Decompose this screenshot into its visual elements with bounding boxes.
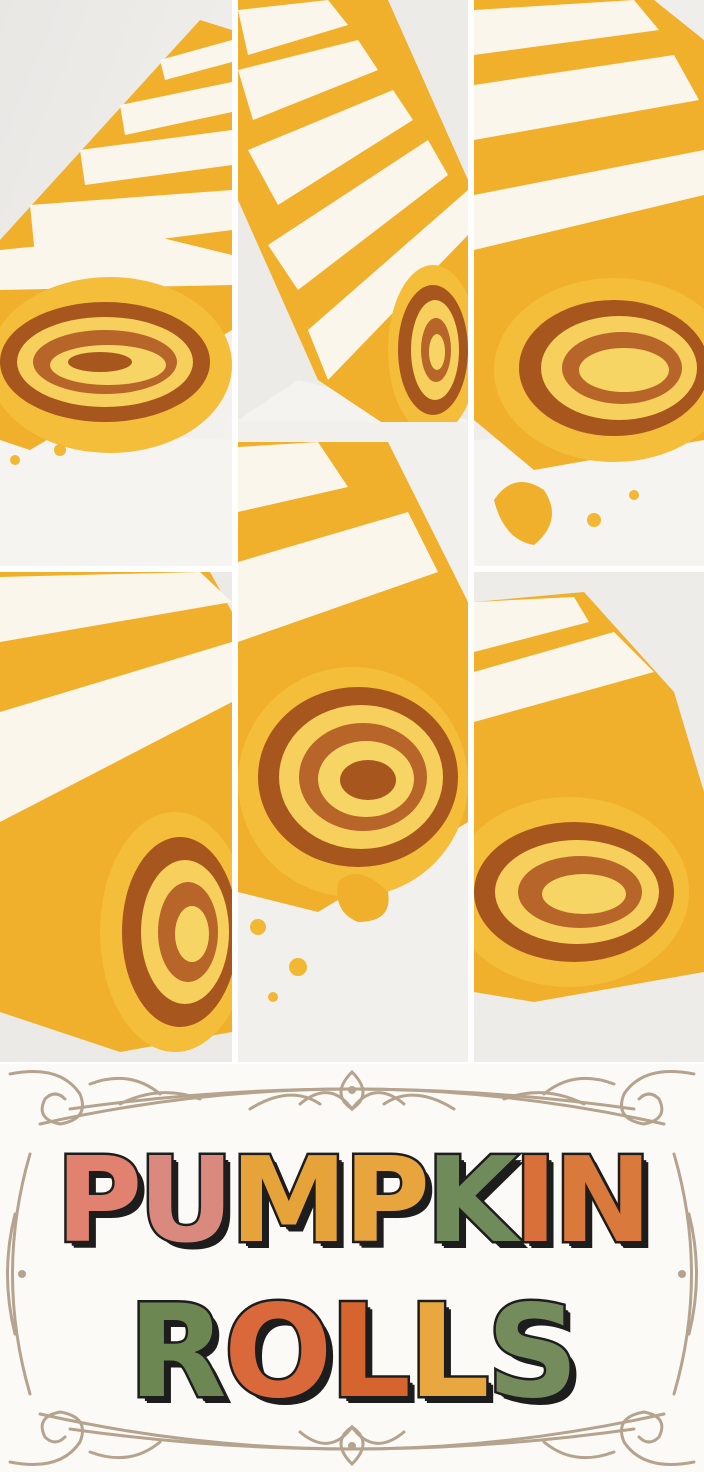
title-letter: O bbox=[221, 1276, 335, 1430]
title-letter: P bbox=[341, 1129, 433, 1272]
title-letter: U bbox=[136, 1129, 237, 1272]
photo-roll-left-top bbox=[0, 0, 232, 566]
title-letter: I bbox=[511, 1129, 560, 1272]
title-banner: PUMPKIN ROLLS bbox=[0, 1064, 704, 1472]
title-letter: K bbox=[424, 1129, 521, 1272]
title-letter: S bbox=[484, 1276, 581, 1430]
title-letter: R bbox=[126, 1276, 230, 1430]
photo-roll-left-bottom bbox=[0, 572, 232, 1062]
photo-roll-middle-bottom bbox=[238, 422, 468, 1062]
title-word-pumpkin: PUMPKIN bbox=[0, 1129, 704, 1272]
title-letter: N bbox=[551, 1129, 655, 1272]
title-letter: L bbox=[327, 1276, 414, 1430]
photo-roll-right-bottom bbox=[474, 572, 704, 1062]
title-letter: L bbox=[406, 1276, 493, 1430]
title-letter: P bbox=[53, 1129, 145, 1272]
title-letter: M bbox=[228, 1129, 350, 1272]
photo-collage bbox=[0, 0, 704, 1064]
pin-image: PUMPKIN ROLLS bbox=[0, 0, 704, 1472]
photo-roll-right-top bbox=[474, 0, 704, 566]
title-word-rolls: ROLLS bbox=[0, 1276, 704, 1430]
